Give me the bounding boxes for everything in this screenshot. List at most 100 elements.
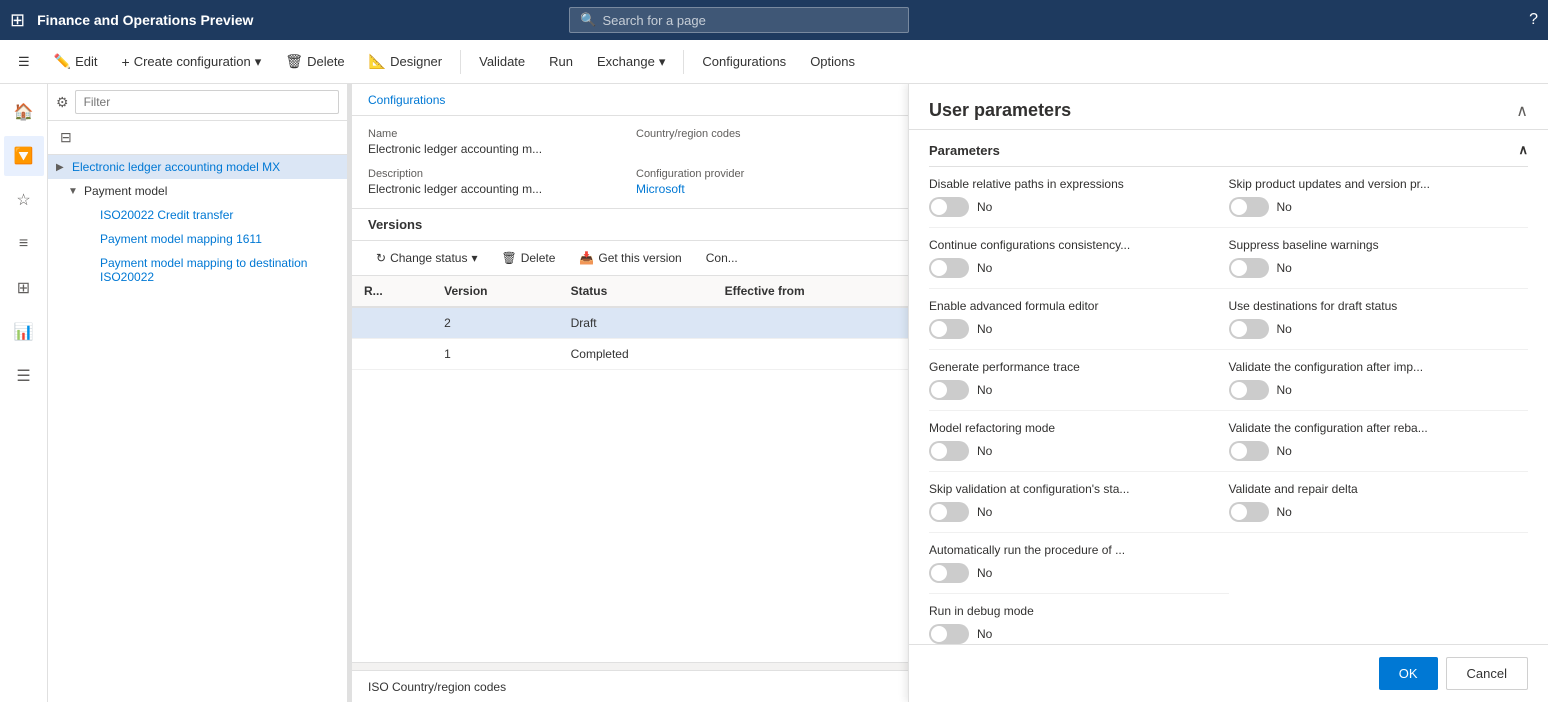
description-value: Electronic ledger accounting m...	[368, 182, 624, 196]
tree-item-payment-mapping-1611[interactable]: Payment model mapping 1611	[48, 227, 347, 251]
sidebar-filter-icon[interactable]: 🔽	[4, 136, 44, 176]
sidebar-chart-icon[interactable]: 📊	[4, 312, 44, 352]
param-value: No	[977, 627, 992, 641]
cell-version: 1	[432, 339, 558, 370]
change-status-label: Change status	[390, 251, 467, 265]
get-version-button[interactable]: 📥 Get this version	[571, 247, 689, 269]
create-config-button[interactable]: + Create configuration ▾	[112, 48, 272, 76]
breadcrumb[interactable]: Configurations	[368, 93, 445, 107]
expand-icon: ▼	[68, 186, 80, 197]
sidebar-star-icon[interactable]: ☆	[4, 180, 44, 220]
panel-header: User parameters ∧	[909, 84, 1548, 130]
tree-item-payment-mapping-dest[interactable]: Payment model mapping to destination ISO…	[48, 251, 347, 289]
toggle-enable-formula[interactable]	[929, 319, 969, 339]
detail-grid: Name Electronic ledger accounting m... C…	[368, 128, 892, 196]
cell-status: Draft	[559, 307, 713, 339]
sidebar-menu-icon[interactable]: ☰	[4, 356, 44, 396]
collapse-icon[interactable]: ∧	[1518, 142, 1528, 158]
param-continue-consistency: Continue configurations consistency... N…	[929, 228, 1229, 289]
param-generate-trace: Generate performance trace No	[929, 350, 1229, 411]
toggle-skip-validation[interactable]	[929, 502, 969, 522]
toggle-validate-imp[interactable]	[1229, 380, 1269, 400]
param-control: No	[929, 502, 1229, 522]
exchange-button[interactable]: Exchange ▾	[587, 48, 675, 76]
horizontal-scrollbar[interactable]	[352, 662, 908, 670]
cell-effective	[713, 307, 908, 339]
table-row[interactable]: 1 Completed	[352, 339, 908, 370]
refresh-icon: ↻	[376, 251, 386, 265]
cell-effective	[713, 339, 908, 370]
col-r: R...	[352, 276, 432, 307]
run-button[interactable]: Run	[539, 48, 583, 75]
table-row[interactable]: 2 Draft	[352, 307, 908, 339]
tree-item-payment-model[interactable]: ▼ Payment model	[48, 179, 347, 203]
edit-icon: ✏️	[54, 53, 71, 70]
delete-button[interactable]: 🗑 Delete	[275, 47, 354, 76]
toggle-suppress-baseline[interactable]	[1229, 258, 1269, 278]
toggle-validate-reba[interactable]	[1229, 441, 1269, 461]
country-label: Country/region codes	[636, 128, 892, 140]
sidebar-grid-icon[interactable]: ⊞	[4, 268, 44, 308]
get-icon: 📥	[579, 251, 594, 265]
versions-delete-button[interactable]: 🗑 Delete	[493, 247, 563, 269]
toggle-disable-relative[interactable]	[929, 197, 969, 217]
toggle-model-refactoring[interactable]	[929, 441, 969, 461]
param-validate-imp: Validate the configuration after imp... …	[1229, 350, 1529, 411]
toggle-skip-product[interactable]	[1229, 197, 1269, 217]
param-value: No	[1277, 444, 1292, 458]
tree-item-electronic-ledger[interactable]: ▶ Electronic ledger accounting model MX	[48, 155, 347, 179]
configurations-button[interactable]: Configurations	[692, 48, 796, 75]
param-control: No	[929, 563, 1229, 583]
param-auto-run: Automatically run the procedure of ... N…	[929, 533, 1229, 594]
validate-label: Validate	[479, 54, 525, 69]
sidebar-home-icon[interactable]: 🏠	[4, 92, 44, 132]
toggle-use-destinations[interactable]	[1229, 319, 1269, 339]
param-label: Enable advanced formula editor	[929, 299, 1229, 313]
param-control: No	[1229, 441, 1529, 461]
change-status-button[interactable]: ↻ Change status ▾	[368, 247, 485, 269]
toggle-continue-consistency[interactable]	[929, 258, 969, 278]
param-control: No	[929, 380, 1229, 400]
con-button[interactable]: Con...	[698, 247, 746, 269]
edit-button[interactable]: ✏️ Edit	[44, 47, 108, 76]
search-input[interactable]	[602, 13, 898, 28]
toggle-generate-trace[interactable]	[929, 380, 969, 400]
designer-button[interactable]: 📐 Designer	[359, 47, 452, 76]
param-label: Model refactoring mode	[929, 421, 1229, 435]
ok-button[interactable]: OK	[1379, 657, 1438, 690]
tree-item-label: ISO20022 Credit transfer	[100, 208, 339, 222]
config-provider-value[interactable]: Microsoft	[636, 182, 892, 196]
hamburger-button[interactable]: ☰	[8, 48, 40, 76]
con-label: Con...	[706, 251, 738, 265]
filter-input[interactable]	[75, 90, 339, 114]
help-icon[interactable]: ?	[1529, 11, 1538, 29]
options-button[interactable]: Options	[800, 48, 865, 75]
cell-version: 2	[432, 307, 558, 339]
param-label: Skip validation at configuration's sta..…	[929, 482, 1229, 496]
tree-expand-icon[interactable]: ⊟	[56, 125, 76, 150]
tree-item-iso20022[interactable]: ISO20022 Credit transfer	[48, 203, 347, 227]
toggle-validate-repair[interactable]	[1229, 502, 1269, 522]
create-config-label: Create configuration	[134, 54, 251, 69]
search-box[interactable]: 🔍	[569, 7, 909, 33]
toggle-auto-run[interactable]	[929, 563, 969, 583]
param-value: No	[977, 505, 992, 519]
validate-button[interactable]: Validate	[469, 48, 535, 75]
toggle-debug-mode[interactable]	[929, 624, 969, 644]
sidebar-list-icon[interactable]: ≡	[4, 224, 44, 264]
panel-close-icon[interactable]: ∧	[1516, 101, 1528, 121]
col-version: Version	[432, 276, 558, 307]
param-value: No	[1277, 505, 1292, 519]
cancel-button[interactable]: Cancel	[1446, 657, 1528, 690]
panel-title: User parameters	[929, 100, 1071, 121]
create-icon: +	[122, 54, 130, 70]
delete-icon: 🗑	[285, 53, 303, 70]
name-field: Name Electronic ledger accounting m...	[368, 128, 624, 156]
versions-section: Versions ↻ Change status ▾ 🗑 Delete 📥 Ge…	[352, 209, 908, 662]
versions-header: Versions	[352, 209, 908, 241]
grid-icon[interactable]: ⊞	[10, 10, 25, 31]
edit-label: Edit	[75, 54, 97, 69]
param-control: No	[1229, 319, 1529, 339]
delete-icon: 🗑	[501, 251, 516, 265]
param-label: Suppress baseline warnings	[1229, 238, 1529, 252]
